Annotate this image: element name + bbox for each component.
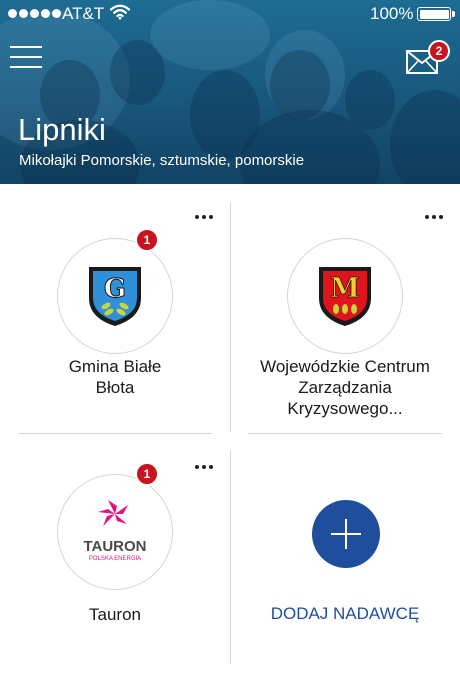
unread-badge: 1 bbox=[135, 228, 159, 252]
carrier-name: AT&T bbox=[62, 4, 105, 23]
wifi-icon bbox=[109, 4, 131, 25]
svg-text:G: G bbox=[104, 274, 126, 304]
sender-logo[interactable]: TAURON POLSKA ENERGIA bbox=[57, 474, 173, 590]
messages-button[interactable]: 2 bbox=[404, 40, 454, 80]
battery-icon bbox=[417, 7, 455, 21]
sender-tile-wojewodzkie-centrum[interactable]: M Wojewódzkie Centrum Zarządzania Kryzys… bbox=[230, 184, 460, 434]
coat-of-arms-m-icon: M bbox=[319, 267, 371, 326]
header: AT&T 100% 2 Lipniki Mikołajki Pomorskie,… bbox=[0, 0, 460, 184]
signal-strength-icon bbox=[8, 9, 61, 18]
hamburger-icon[interactable] bbox=[10, 46, 42, 70]
tauron-logo: TAURON POLSKA ENERGIA bbox=[83, 500, 147, 562]
add-sender-tile[interactable]: DODAJ NADAWCĘ bbox=[230, 436, 460, 666]
sender-logo[interactable]: G bbox=[57, 238, 173, 354]
battery-percentage: 100% bbox=[370, 4, 414, 23]
add-sender-button[interactable] bbox=[312, 500, 380, 568]
page-title: Lipniki bbox=[18, 112, 106, 147]
sender-name[interactable]: Gmina Białe Błota bbox=[10, 356, 220, 398]
coat-of-arms-g-icon: G bbox=[89, 267, 141, 326]
sender-tile-tauron[interactable]: TAURON POLSKA ENERGIA 1 Tauron bbox=[0, 436, 230, 666]
svg-text:TAURON: TAURON bbox=[83, 538, 146, 555]
sender-name[interactable]: Wojewódzkie Centrum Zarządzania Kryzysow… bbox=[240, 356, 450, 419]
senders-grid: G 1 Gmina Białe Błota M Wojewódzkie Cent… bbox=[0, 184, 460, 690]
sender-name[interactable]: Tauron bbox=[10, 604, 220, 625]
sender-logo[interactable]: M bbox=[287, 238, 403, 354]
unread-messages-badge: 2 bbox=[428, 40, 450, 62]
add-sender-label[interactable]: DODAJ NADAWCĘ bbox=[230, 604, 460, 624]
more-dots-icon[interactable] bbox=[192, 210, 216, 224]
svg-text:M: M bbox=[330, 273, 360, 304]
status-bar: AT&T 100% bbox=[0, 0, 460, 28]
more-dots-icon[interactable] bbox=[422, 210, 446, 224]
sender-tile-gmina-biale-blota[interactable]: G 1 Gmina Białe Błota bbox=[0, 184, 230, 434]
svg-text:POLSKA ENERGIA: POLSKA ENERGIA bbox=[89, 556, 141, 562]
location-subtitle: Mikołajki Pomorskie, sztumskie, pomorski… bbox=[19, 152, 305, 169]
more-dots-icon[interactable] bbox=[192, 460, 216, 474]
plus-icon bbox=[331, 519, 361, 549]
unread-badge: 1 bbox=[135, 462, 159, 486]
